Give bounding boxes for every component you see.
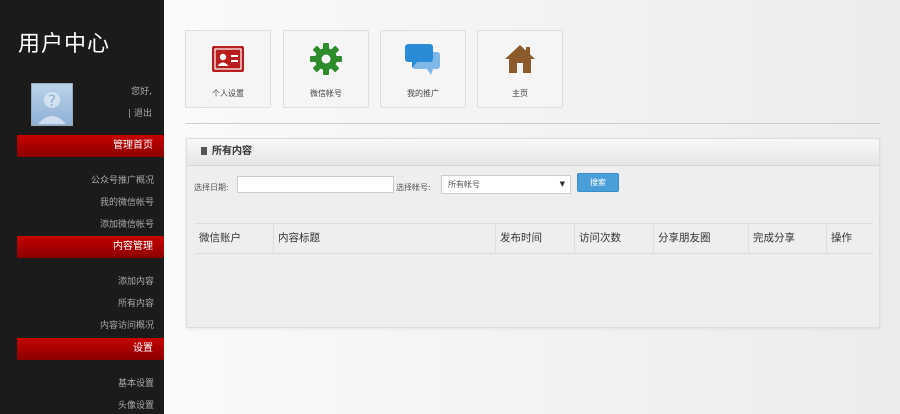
- account-label: 选择帐号:: [396, 183, 431, 192]
- home-icon: [478, 41, 562, 77]
- greeting-text: 您好,: [131, 87, 152, 97]
- tile-label: 个人设置: [212, 89, 244, 98]
- chat-bubbles-icon: [381, 41, 465, 77]
- divider: [186, 123, 880, 124]
- svg-text:?: ?: [48, 91, 57, 110]
- column-header: 微信账户: [195, 224, 274, 253]
- id-card-icon: [186, 41, 270, 77]
- content-table-header: 微信账户 内容标题 发布时间 访问次数 分享朋友圈 完成分享 操作: [195, 223, 873, 254]
- sidebar-section-content[interactable]: 内容管理: [17, 236, 164, 258]
- all-content-panel: 所有内容 选择日期: 选择帐号: 所有帐号 ▼ 搜索 微信账户 内容标题 发布时…: [186, 138, 880, 328]
- panel-title: 所有内容: [212, 146, 252, 157]
- column-header: 分享朋友圈: [654, 224, 749, 253]
- date-label: 选择日期:: [194, 183, 229, 192]
- date-input[interactable]: [237, 176, 394, 193]
- column-header: 完成分享: [749, 224, 827, 253]
- sidebar-item-add-account[interactable]: 添加微信帐号: [100, 217, 154, 230]
- main-content: 个人设置 微信帐号 我的推广 主页 所有内容 选择日期: 选择帐号: 所有帐号 …: [164, 0, 900, 414]
- sidebar-item-content-visits[interactable]: 内容访问概况: [100, 318, 154, 331]
- account-select-value: 所有帐号: [448, 180, 480, 189]
- tile-label: 我的推广: [407, 89, 439, 98]
- tile-home[interactable]: 主页: [477, 30, 563, 108]
- search-button[interactable]: 搜索: [577, 173, 619, 192]
- document-icon: [201, 147, 207, 155]
- gear-icon: [284, 41, 368, 77]
- tile-personal-settings[interactable]: 个人设置: [185, 30, 271, 108]
- column-header: 操作: [831, 232, 852, 244]
- tile-my-promotion[interactable]: 我的推广: [380, 30, 466, 108]
- sidebar-item-add-content[interactable]: 添加内容: [118, 274, 154, 287]
- sidebar-title: 用户中心: [18, 32, 111, 57]
- sidebar-item-basic-settings[interactable]: 基本设置: [118, 376, 154, 389]
- sidebar-item-all-content[interactable]: 所有内容: [118, 296, 154, 309]
- panel-header: 所有内容: [187, 139, 879, 166]
- tile-wechat-account[interactable]: 微信帐号: [283, 30, 369, 108]
- avatar[interactable]: ?: [31, 83, 73, 126]
- column-header: 访问次数: [575, 224, 654, 253]
- sidebar-section-home[interactable]: 管理首页: [17, 135, 164, 157]
- sidebar-item-promo-overview[interactable]: 公众号推广概况: [91, 173, 154, 186]
- logout-link[interactable]: | 退出: [128, 106, 152, 119]
- sidebar-item-avatar-settings[interactable]: 头像设置: [118, 398, 154, 411]
- account-select[interactable]: 所有帐号 ▼: [441, 175, 571, 194]
- column-header: 发布时间: [496, 224, 575, 253]
- column-header: 内容标题: [274, 224, 496, 253]
- tile-label: 微信帐号: [310, 89, 342, 98]
- sidebar: 用户中心 ? 您好, | 退出 管理首页 公众号推广概况 我的微信帐号 添加微信…: [0, 0, 164, 414]
- sidebar-item-my-accounts[interactable]: 我的微信帐号: [100, 195, 154, 208]
- dropdown-arrow-icon: ▼: [559, 180, 565, 188]
- tile-label: 主页: [512, 89, 528, 98]
- sidebar-section-settings[interactable]: 设置: [17, 338, 164, 360]
